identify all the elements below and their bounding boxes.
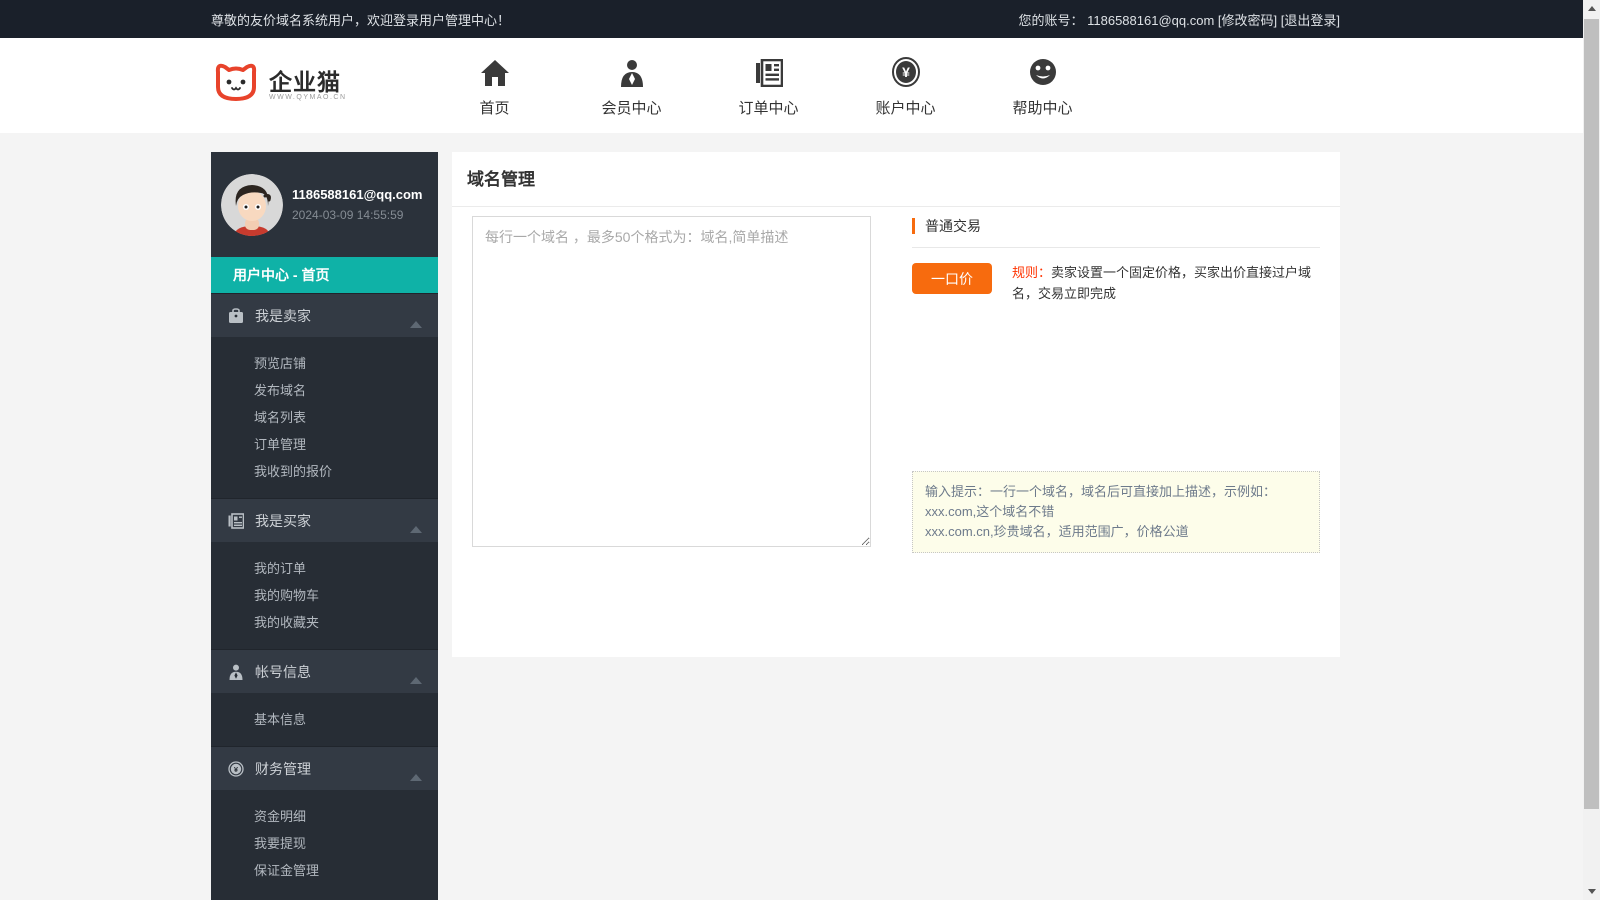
- sidebar-item-deposit-manage[interactable]: 保证金管理: [211, 857, 438, 884]
- logo-name: 企业猫: [269, 70, 347, 94]
- trade-section-header: 普通交易: [912, 216, 1320, 248]
- sidebar-section-finance: ¥ 财务管理 资金明细 我要提现 保证金管理: [211, 746, 438, 897]
- collapse-arrow-icon[interactable]: [410, 774, 422, 781]
- welcome-message: 尊敬的友价域名系统用户，欢迎登录用户管理中心！: [211, 10, 510, 29]
- account-email: 1186588161@qq.com: [1087, 13, 1214, 28]
- content-area: 1186588161@qq.com 2024-03-09 14:55:59 用户…: [0, 133, 1600, 900]
- sidebar-item-order-manage[interactable]: 订单管理: [211, 431, 438, 458]
- nav-item-member[interactable]: 会员中心: [563, 53, 700, 118]
- svg-text:¥: ¥: [902, 64, 910, 80]
- page-title: 域名管理: [452, 152, 1340, 207]
- cat-logo-icon: [211, 60, 261, 111]
- nav-item-help[interactable]: 帮助中心: [974, 53, 1111, 118]
- nav-item-home[interactable]: 首页: [426, 53, 563, 118]
- yen-circle-icon: ¥: [837, 53, 974, 87]
- buyout-price-button[interactable]: 一口价: [912, 263, 992, 294]
- input-tip-box: 输入提示：一行一个域名，域名后可直接加上描述，示例如： xxx.com,这个域名…: [912, 471, 1320, 553]
- sidebar-section-header-seller[interactable]: 我是卖家: [211, 293, 438, 337]
- profile-login-time: 2024-03-09 14:55:59: [292, 208, 422, 222]
- person-icon: [228, 664, 244, 680]
- tip-line: xxx.com,这个域名不错: [925, 502, 1307, 522]
- logout-link[interactable]: [退出登录]: [1281, 13, 1340, 28]
- sidebar-item-fund-details[interactable]: 资金明细: [211, 803, 438, 830]
- sidebar-item-publish-domain[interactable]: 发布域名: [211, 377, 438, 404]
- profile-email: 1186588161@qq.com: [292, 187, 422, 202]
- change-password-link[interactable]: [修改密码]: [1218, 13, 1277, 28]
- sidebar-item-my-orders[interactable]: 我的订单: [211, 555, 438, 582]
- trade-rule: 规则：卖家设置一个固定价格，买家出价直接过户域名，交易立即完成: [1012, 263, 1320, 305]
- tip-line: xxx.com.cn,珍贵域名，适用范围广，价格公道: [925, 522, 1307, 542]
- yen-circle-icon: ¥: [228, 761, 244, 777]
- main-nav: 首页 会员中心 订单中心 ¥: [426, 53, 1111, 118]
- sidebar-section-seller: 我是卖家 预览店铺 发布域名 域名列表 订单管理 我收到的报价: [211, 293, 438, 498]
- collapse-arrow-icon[interactable]: [410, 677, 422, 684]
- scroll-up-button[interactable]: [1583, 0, 1600, 17]
- page-scrollbar[interactable]: [1583, 0, 1600, 900]
- topbar: 尊敬的友价域名系统用户，欢迎登录用户管理中心！ 您的账号： 1186588161…: [0, 0, 1600, 38]
- order-icon: [700, 53, 837, 87]
- main-panel: 域名管理 普通交易 一口价 规则：卖家设置一个固定价格，买家出价直接过户域名，交…: [452, 152, 1340, 657]
- sidebar-item-domain-list[interactable]: 域名列表: [211, 404, 438, 431]
- rule-label: 规则：: [1012, 265, 1051, 280]
- collapse-arrow-icon[interactable]: [410, 321, 422, 328]
- sidebar-section-header-account[interactable]: 帐号信息: [211, 649, 438, 693]
- briefcase-icon: [228, 308, 244, 324]
- order-icon: [228, 513, 244, 529]
- sidebar-item-withdraw[interactable]: 我要提现: [211, 830, 438, 857]
- scroll-down-button[interactable]: [1583, 883, 1600, 900]
- sidebar-section-header-buyer[interactable]: 我是买家: [211, 498, 438, 542]
- collapse-arrow-icon[interactable]: [410, 526, 422, 533]
- sidebar-section-account: 帐号信息 基本信息: [211, 649, 438, 746]
- nav-item-account[interactable]: ¥ 账户中心: [837, 53, 974, 118]
- sidebar-item-user-center-home[interactable]: 用户中心 - 首页: [211, 257, 438, 293]
- arrow-up-icon: [1588, 6, 1596, 11]
- logo[interactable]: 企业猫 WWW.QYMAO.CN: [211, 60, 426, 111]
- rule-description: 卖家设置一个固定价格，买家出价直接过户域名，交易立即完成: [1012, 265, 1311, 301]
- domain-input-textarea[interactable]: [472, 216, 871, 547]
- sidebar-section-buyer: 我是买家 我的订单 我的购物车 我的收藏夹: [211, 498, 438, 649]
- member-icon: [563, 53, 700, 87]
- smiley-icon: [974, 53, 1111, 87]
- sidebar: 1186588161@qq.com 2024-03-09 14:55:59 用户…: [211, 152, 438, 900]
- avatar: [221, 174, 283, 236]
- sidebar-item-basic-info[interactable]: 基本信息: [211, 706, 438, 733]
- logo-url: WWW.QYMAO.CN: [269, 94, 347, 101]
- account-info: 您的账号： 1186588161@qq.com [修改密码] [退出登录]: [1018, 10, 1340, 29]
- scrollbar-thumb[interactable]: [1584, 19, 1599, 809]
- home-icon: [426, 53, 563, 87]
- trade-section-title: 普通交易: [912, 218, 981, 234]
- sidebar-item-received-offers[interactable]: 我收到的报价: [211, 458, 438, 485]
- nav-item-order[interactable]: 订单中心: [700, 53, 837, 118]
- tip-line: 输入提示：一行一个域名，域名后可直接加上描述，示例如：: [925, 482, 1307, 502]
- sidebar-item-my-favorites[interactable]: 我的收藏夹: [211, 609, 438, 636]
- header: 企业猫 WWW.QYMAO.CN 首页 会员中心: [0, 38, 1600, 133]
- arrow-down-icon: [1588, 889, 1596, 894]
- sidebar-item-my-cart[interactable]: 我的购物车: [211, 582, 438, 609]
- sidebar-section-header-finance[interactable]: ¥ 财务管理: [211, 746, 438, 790]
- sidebar-item-preview-shop[interactable]: 预览店铺: [211, 350, 438, 377]
- account-label: 您的账号：: [1018, 13, 1083, 28]
- page: 尊敬的友价域名系统用户，欢迎登录用户管理中心！ 您的账号： 1186588161…: [0, 0, 1600, 900]
- user-profile: 1186588161@qq.com 2024-03-09 14:55:59: [211, 152, 438, 257]
